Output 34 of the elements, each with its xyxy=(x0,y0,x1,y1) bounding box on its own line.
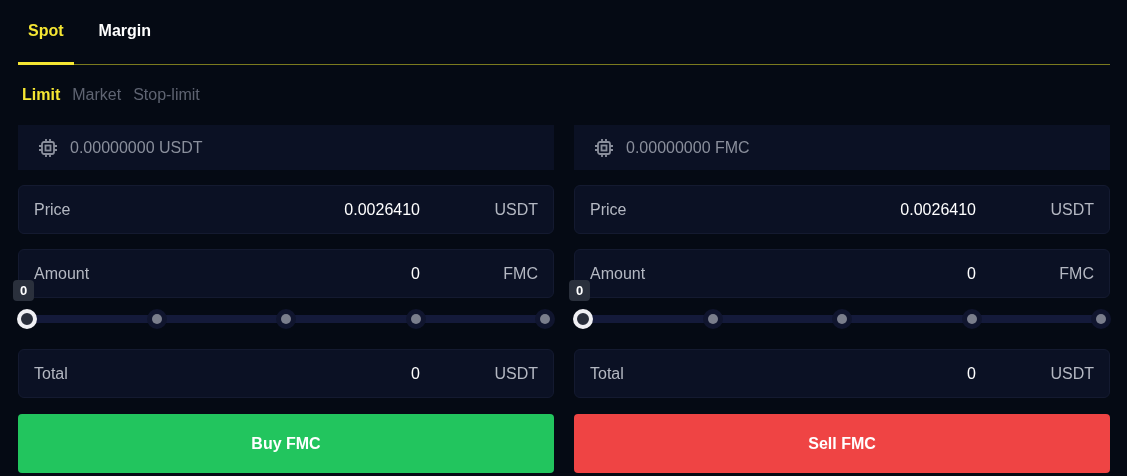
unit-label: USDT xyxy=(493,364,538,383)
balance-text: 0.00000000 FMC xyxy=(626,138,750,157)
chip-icon xyxy=(594,137,614,158)
field-label: Amount xyxy=(590,264,647,283)
input-field[interactable]: Price 0.0026410 USDT xyxy=(574,185,1110,234)
field-label: Amount xyxy=(34,264,91,283)
unit-label: USDT xyxy=(493,200,538,219)
chip-icon xyxy=(38,137,58,158)
field-value: 0 xyxy=(967,364,976,383)
field-value: 0.0026410 xyxy=(344,200,420,219)
unit-label: FMC xyxy=(1058,264,1094,283)
field-label: Total xyxy=(34,364,69,383)
sell-button[interactable]: Sell FMC xyxy=(574,414,1110,473)
slider-tooltip: 0 xyxy=(569,280,591,301)
field-value: 0 xyxy=(411,264,420,283)
balance-text: 0.00000000 USDT xyxy=(70,138,203,157)
unit-label: USDT xyxy=(1049,364,1094,383)
tab[interactable]: Margin xyxy=(88,0,161,65)
unit-label: FMC xyxy=(502,264,538,283)
field-label: Price xyxy=(590,200,628,219)
slider-tooltip: 0 xyxy=(13,280,35,301)
unit-label: USDT xyxy=(1049,200,1094,219)
order-type-tab[interactable]: Limit xyxy=(18,86,65,104)
field-value: 0 xyxy=(411,364,420,383)
field-label: Price xyxy=(34,200,72,219)
input-field[interactable]: Price 0.0026410 USDT xyxy=(18,185,554,234)
slider-thumb[interactable] xyxy=(17,309,37,329)
field-value: 0.0026410 xyxy=(900,200,976,219)
tab[interactable]: Spot xyxy=(18,0,74,65)
input-field[interactable]: Total 0 USDT xyxy=(574,349,1110,398)
field-value: 0 xyxy=(967,264,976,283)
slider-thumb[interactable] xyxy=(573,309,593,329)
input-field[interactable]: Total 0 USDT xyxy=(18,349,554,398)
field-label: Total xyxy=(590,364,625,383)
